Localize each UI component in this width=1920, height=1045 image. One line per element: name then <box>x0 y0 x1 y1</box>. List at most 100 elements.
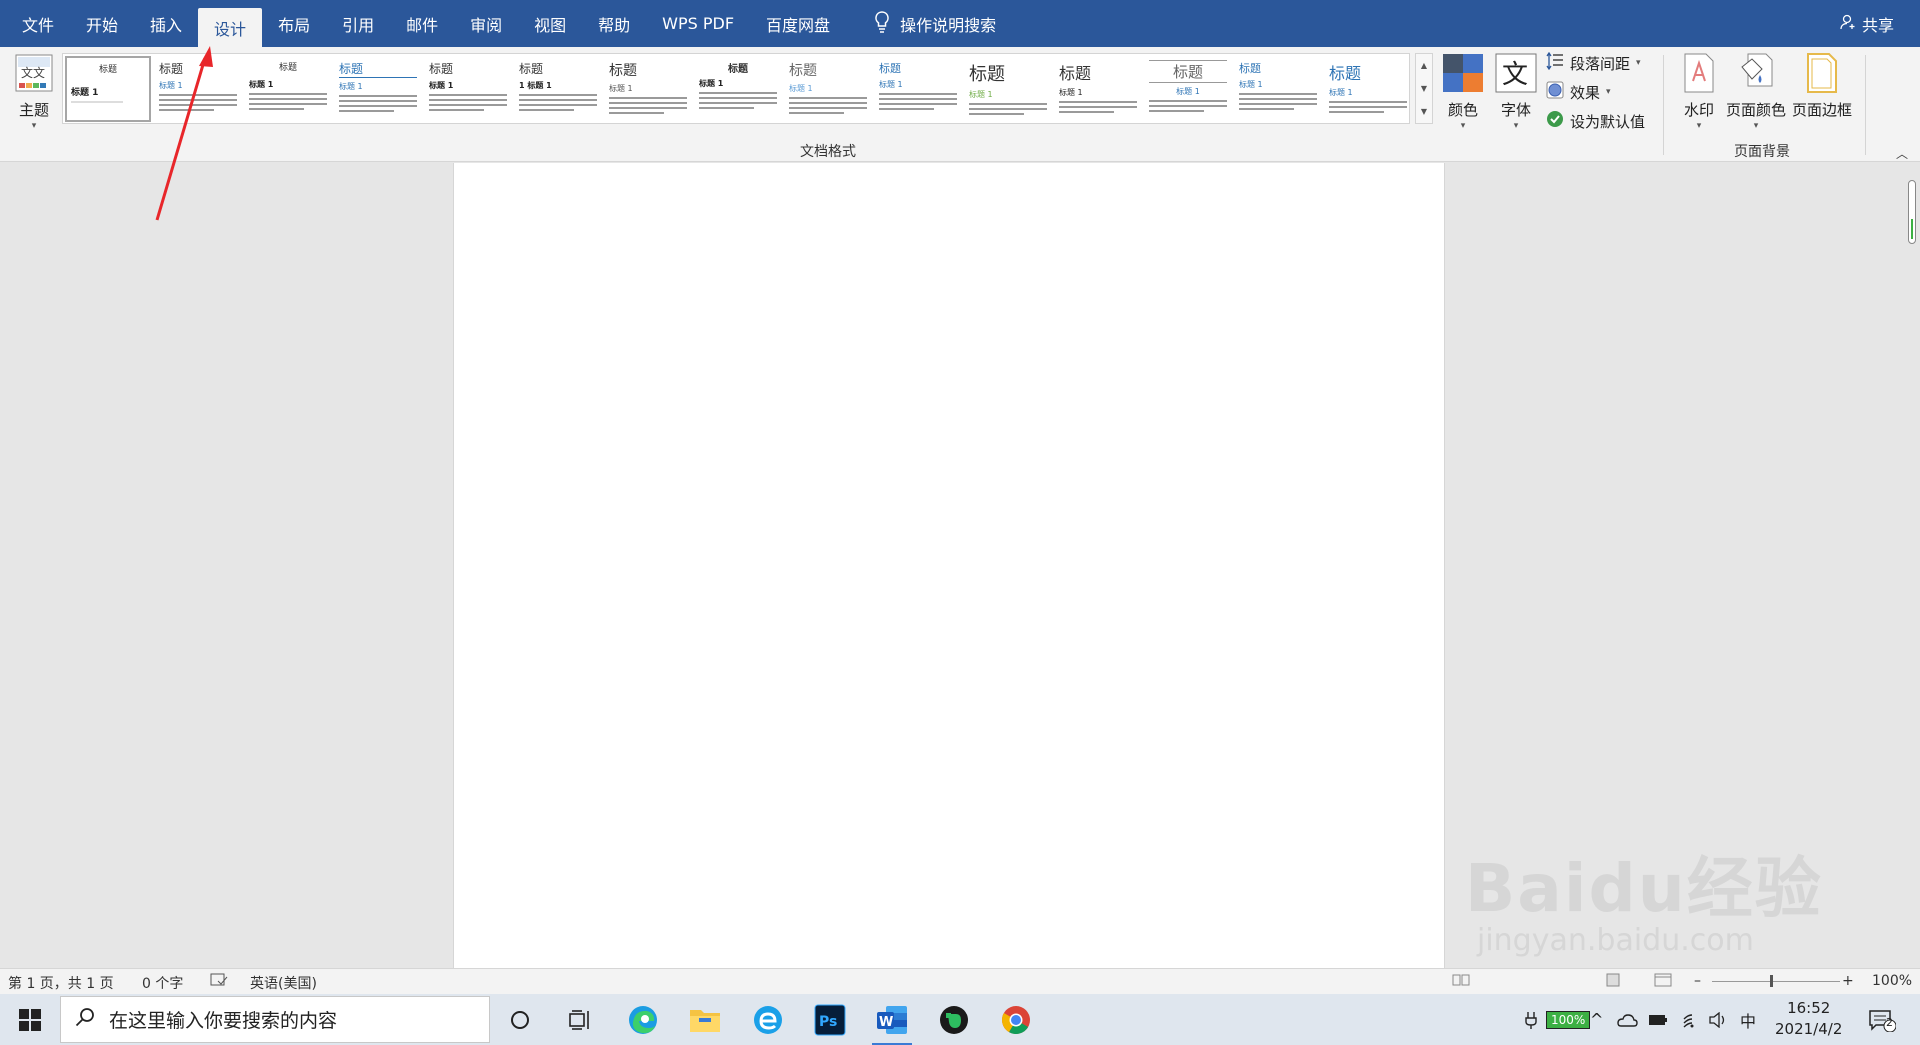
chevron-up-icon[interactable]: ▲ <box>1421 61 1427 70</box>
style-set-thumb[interactable]: 标题 标题 1 <box>605 56 691 122</box>
language-status[interactable]: 英语(美国) <box>250 973 317 993</box>
page-color-button[interactable]: 页面颜色 ▾ <box>1726 53 1786 131</box>
page-borders-button[interactable]: 页面边框 <box>1792 53 1852 120</box>
search-icon <box>75 1007 95 1032</box>
chevron-down-icon: ▾ <box>1460 121 1466 131</box>
thumb-heading: 标题 1 <box>249 80 274 89</box>
paragraph-spacing-icon <box>1546 51 1564 74</box>
tab-home[interactable]: 开始 <box>70 0 134 47</box>
zoom-in-button[interactable]: + <box>1842 973 1854 989</box>
chevron-down-icon: ▾ <box>1606 87 1611 97</box>
page-borders-label: 页面边框 <box>1792 101 1853 119</box>
style-set-thumb[interactable]: 标题 标题 1 <box>785 56 871 122</box>
svg-text:文: 文 <box>1502 60 1528 90</box>
watermark-button[interactable]: 水印 ▾ <box>1682 53 1716 131</box>
thumb-heading: 1 标题 1 <box>519 81 552 90</box>
style-set-thumb[interactable]: 标题 标题 1 <box>245 56 331 122</box>
chevron-down-icon[interactable]: ▼ <box>1421 84 1427 93</box>
zoom-level[interactable]: 100% <box>1872 973 1912 989</box>
style-set-thumb[interactable]: 标题 标题 1 <box>965 56 1051 122</box>
style-set-thumb[interactable]: 标题 标题 1 <box>1055 56 1141 122</box>
style-set-thumb[interactable]: 标题 标题 1 <box>65 56 151 122</box>
taskbar-clock[interactable]: 16:52 2021/4/2 <box>1775 998 1842 1040</box>
svg-text:W: W <box>879 1015 893 1030</box>
photoshop-icon[interactable]: Ps <box>810 1000 850 1040</box>
onedrive-icon[interactable] <box>1616 994 1638 1045</box>
read-mode-icon[interactable] <box>1452 973 1470 991</box>
ime-indicator[interactable]: 中 <box>1740 994 1756 1045</box>
tab-view[interactable]: 视图 <box>518 0 582 47</box>
thumb-title: 标题 <box>1149 60 1227 83</box>
battery-icon[interactable] <box>1648 994 1668 1045</box>
tell-me-search[interactable]: 操作说明搜索 <box>846 0 996 47</box>
notification-center-icon[interactable]: 2 <box>1868 994 1896 1045</box>
print-layout-icon[interactable] <box>1604 973 1622 991</box>
show-hidden-icons[interactable]: ^ <box>1590 994 1603 1045</box>
tab-design[interactable]: 设计 <box>198 8 263 47</box>
set-as-default-button[interactable]: 设为默认值 <box>1546 110 1645 132</box>
style-set-thumb[interactable]: 标题 标题 1 <box>1325 56 1409 122</box>
zoom-slider-thumb[interactable] <box>1770 975 1773 987</box>
themes-button[interactable]: 文文 主题 ▾ <box>14 53 54 131</box>
thumb-title: 标题 <box>609 63 637 79</box>
page-color-label: 页面颜色 <box>1726 101 1787 119</box>
checkmark-icon <box>1546 110 1564 132</box>
gallery-scroll[interactable]: ▲ ▼ ▼ <box>1415 53 1433 124</box>
ribbon-design: 文文 主题 ▾ 标题 标题 1 标题 标题 1 标题 标题 1 标题 标题 1 … <box>0 47 1920 162</box>
wifi-icon[interactable] <box>1678 994 1698 1045</box>
tab-review[interactable]: 审阅 <box>454 0 518 47</box>
proofing-icon[interactable] <box>210 973 228 991</box>
taskbar-search[interactable]: 在这里输入你要搜索的内容 <box>60 996 490 1043</box>
thumb-title: 标题 <box>278 63 297 73</box>
word-count-status[interactable]: 0 个字 <box>142 973 183 993</box>
themes-label: 主题 <box>18 101 49 119</box>
share-button[interactable]: 共享 <box>1840 0 1894 47</box>
evernote-icon[interactable] <box>934 1000 974 1040</box>
page-color-icon <box>1738 53 1774 97</box>
windows-start-icon[interactable] <box>10 1000 50 1040</box>
file-explorer-icon[interactable] <box>685 1000 725 1040</box>
browser-e-icon[interactable] <box>748 1000 788 1040</box>
effects-button[interactable]: 效果 ▾ <box>1546 81 1611 103</box>
thumb-heading: 标题 1 <box>699 79 724 88</box>
tab-layout[interactable]: 布局 <box>262 0 326 47</box>
tab-help[interactable]: 帮助 <box>582 0 646 47</box>
volume-icon[interactable] <box>1708 994 1728 1045</box>
collapse-ribbon-icon[interactable]: ︿ <box>1896 145 1908 162</box>
web-layout-icon[interactable] <box>1654 973 1672 991</box>
fonts-button[interactable]: 文 字体 ▾ <box>1495 53 1537 131</box>
tab-references[interactable]: 引用 <box>326 0 390 47</box>
colors-button[interactable]: 颜色 ▾ <box>1442 53 1484 131</box>
tab-mailings[interactable]: 邮件 <box>390 0 454 47</box>
tab-file[interactable]: 文件 <box>0 0 70 47</box>
zoom-slider[interactable] <box>1712 981 1840 982</box>
task-view-icon[interactable] <box>560 1000 600 1040</box>
document-page[interactable] <box>453 163 1445 968</box>
edge-icon[interactable] <box>623 1000 663 1040</box>
style-set-thumb[interactable]: 标题 标题 1 <box>1145 56 1231 122</box>
chevron-down-icon: ▾ <box>31 121 37 131</box>
style-set-thumb[interactable]: 标题 1 标题 1 <box>515 56 601 122</box>
svg-text:文文: 文文 <box>21 65 45 80</box>
cortana-icon[interactable] <box>500 1000 540 1040</box>
battery-indicator[interactable]: 100% <box>1522 994 1591 1045</box>
gallery-more-icon[interactable]: ▼ <box>1421 107 1427 116</box>
page-count-status[interactable]: 第 1 页，共 1 页 <box>8 973 114 993</box>
zoom-out-button[interactable]: – <box>1694 973 1701 989</box>
style-set-thumb[interactable]: 标题 标题 1 <box>875 56 961 122</box>
style-set-thumb[interactable]: 标题 标题 1 <box>155 56 241 122</box>
tab-insert[interactable]: 插入 <box>134 0 198 47</box>
thumb-heading: 标题 1 <box>789 84 813 93</box>
tab-wps-pdf[interactable]: WPS PDF <box>646 0 750 47</box>
paragraph-spacing-button[interactable]: 段落间距 ▾ <box>1546 51 1641 74</box>
vertical-scrollbar[interactable] <box>1908 180 1916 244</box>
style-set-thumb[interactable]: 标题 标题 1 <box>335 56 421 122</box>
thumb-title: 标题 <box>339 60 417 78</box>
style-set-thumb[interactable]: 标题 标题 1 <box>1235 56 1321 122</box>
chrome-icon[interactable] <box>996 1000 1036 1040</box>
style-set-thumb[interactable]: 标题 标题 1 <box>695 56 781 122</box>
chevron-down-icon: ▾ <box>1696 121 1702 131</box>
word-icon[interactable]: W <box>872 1000 912 1045</box>
style-set-thumb[interactable]: 标题 标题 1 <box>425 56 511 122</box>
tab-baidu-netdisk[interactable]: 百度网盘 <box>750 0 846 47</box>
